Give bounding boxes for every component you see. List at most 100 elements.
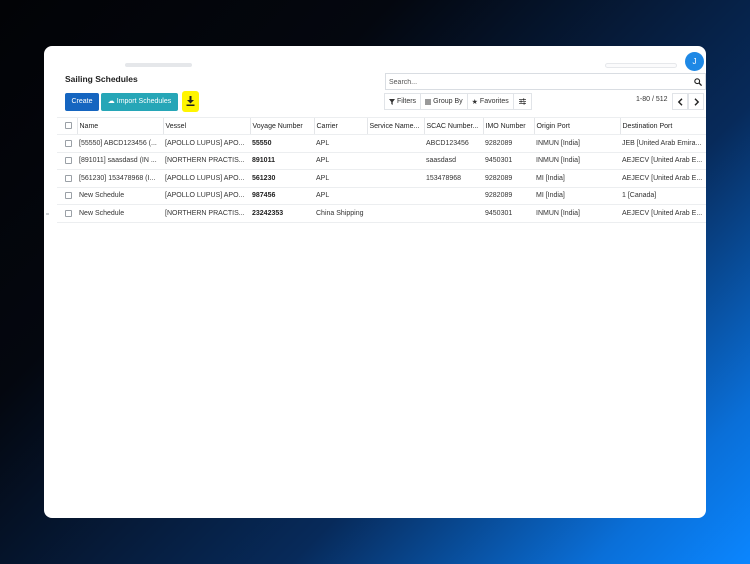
search-icon[interactable] xyxy=(694,78,702,86)
table-row[interactable]: New Schedule [NORTHERN PRACTIS... 232423… xyxy=(57,204,706,223)
search-box xyxy=(385,73,706,90)
cell-vessel: [APOLLO LUPUS] APO... xyxy=(163,187,250,205)
row-select-cell xyxy=(57,187,77,205)
sliders-icon xyxy=(518,98,526,105)
cell-service-name xyxy=(367,134,424,153)
next-page-button[interactable] xyxy=(688,93,704,110)
column-header-imo-number[interactable]: IMO Number xyxy=(482,117,534,135)
cell-service-name xyxy=(367,152,424,170)
chevron-left-icon xyxy=(677,98,683,106)
pager-range[interactable]: 1-80 / 512 xyxy=(636,96,668,103)
table-header-row: Name Vessel Voyage Number Carrier Servic… xyxy=(57,117,706,135)
filters-label: Filters xyxy=(397,98,417,105)
cell-carrier: China Shipping xyxy=(314,204,367,223)
cell-voyage-number: 987456 xyxy=(250,187,314,205)
cell-carrier: APL xyxy=(314,134,367,153)
cell-scac-number: ABCD123456 xyxy=(424,134,483,153)
search-input[interactable] xyxy=(389,76,689,88)
cell-scac-number xyxy=(424,204,483,223)
chevron-right-icon xyxy=(694,98,700,106)
cell-name: New Schedule xyxy=(77,204,163,223)
create-button[interactable]: Create xyxy=(65,93,99,111)
cell-scac-number xyxy=(424,187,483,205)
cell-imo-number: 9450301 xyxy=(483,152,534,170)
table-row[interactable]: [561230] 153478968 (I... [APOLLO LUPUS] … xyxy=(57,169,706,188)
page-title: Sailing Schedules xyxy=(65,74,138,84)
cell-carrier: APL xyxy=(314,152,367,170)
cell-voyage-number: 55550 xyxy=(250,134,314,153)
cell-vessel: [APOLLO LUPUS] APO... xyxy=(163,134,250,153)
topbar-placeholder xyxy=(125,63,192,67)
row-select-cell xyxy=(57,134,77,153)
cell-name: [561230] 153478968 (I... xyxy=(77,169,163,188)
cell-scac-number: saasdasd xyxy=(424,152,483,170)
row-checkbox[interactable] xyxy=(65,192,72,200)
user-menu-pill[interactable] xyxy=(605,63,677,68)
select-all-checkbox[interactable] xyxy=(65,122,72,130)
cell-origin-port: MI [India] xyxy=(534,169,620,188)
column-header-carrier[interactable]: Carrier xyxy=(313,117,367,135)
row-select-cell xyxy=(57,169,77,188)
drag-handle xyxy=(46,213,49,215)
table-row[interactable]: [55550] ABCD123456 (... [APOLLO LUPUS] A… xyxy=(57,134,706,153)
group-by-label: Group By xyxy=(433,98,463,105)
column-header-scac-number[interactable]: SCAC Number... xyxy=(423,117,483,135)
column-header-vessel[interactable]: Vessel xyxy=(162,117,250,135)
list-icon xyxy=(425,99,432,104)
favorites-button[interactable]: ★ Favorites xyxy=(466,93,514,110)
cell-origin-port: MI [India] xyxy=(534,187,620,205)
cell-vessel: [NORTHERN PRACTIS... xyxy=(163,204,250,223)
cell-origin-port: INMUN [India] xyxy=(534,152,620,170)
cell-origin-port: INMUN [India] xyxy=(534,204,620,223)
cell-vessel: [NORTHERN PRACTIS... xyxy=(163,152,250,170)
import-schedules-label: Import Schedules xyxy=(116,98,172,105)
cell-carrier: APL xyxy=(314,169,367,188)
cell-imo-number: 9282089 xyxy=(483,134,534,153)
cell-origin-port: INMUN [India] xyxy=(534,134,620,153)
cell-voyage-number: 891011 xyxy=(250,152,314,170)
avatar[interactable]: J xyxy=(685,52,704,71)
cell-name: [55550] ABCD123456 (... xyxy=(77,134,163,153)
cell-name: New Schedule xyxy=(77,187,163,205)
cell-service-name xyxy=(367,169,424,188)
filters-button[interactable]: Filters xyxy=(384,93,422,110)
cell-voyage-number: 561230 xyxy=(250,169,314,188)
cell-destination-port: JEB [United Arab Emira... xyxy=(620,134,706,153)
cell-vessel: [APOLLO LUPUS] APO... xyxy=(163,169,250,188)
schedules-table: Name Vessel Voyage Number Carrier Servic… xyxy=(57,117,706,223)
column-header-service-name[interactable]: Service Name... xyxy=(366,117,424,135)
cell-destination-port: 1 [Canada] xyxy=(620,187,706,205)
column-header-destination-port[interactable]: Destination Port xyxy=(619,117,706,135)
cell-imo-number: 9282089 xyxy=(483,169,534,188)
table-row[interactable]: New Schedule [APOLLO LUPUS] APO... 98745… xyxy=(57,187,706,205)
cell-scac-number: 153478968 xyxy=(424,169,483,188)
cell-imo-number: 9450301 xyxy=(483,204,534,223)
cell-destination-port: AEJECV [United Arab E... xyxy=(620,169,706,188)
row-checkbox[interactable] xyxy=(65,209,72,217)
row-checkbox[interactable] xyxy=(65,139,72,147)
cell-destination-port: AEJECV [United Arab E... xyxy=(620,204,706,223)
select-all-cell xyxy=(57,117,77,135)
column-header-voyage-number[interactable]: Voyage Number xyxy=(249,117,314,135)
import-schedules-button[interactable]: ☁ Import Schedules xyxy=(101,93,178,111)
adjust-columns-button[interactable] xyxy=(512,93,532,110)
group-by-button[interactable]: Group By xyxy=(420,93,468,110)
download-icon xyxy=(186,96,195,106)
favorites-label: Favorites xyxy=(479,98,509,105)
row-checkbox[interactable] xyxy=(65,174,72,182)
column-header-name[interactable]: Name xyxy=(76,117,163,135)
row-select-cell xyxy=(57,204,77,223)
cloud-upload-icon: ☁ xyxy=(107,98,115,105)
cell-carrier: APL xyxy=(314,187,367,205)
cell-name: [891011] saasdasd (IN ... xyxy=(77,152,163,170)
app-window: J Sailing Schedules Create ☁ Import Sched… xyxy=(44,46,706,518)
previous-page-button[interactable] xyxy=(672,93,688,110)
cell-destination-port: AEJECV [United Arab E... xyxy=(620,152,706,170)
download-button[interactable] xyxy=(182,91,199,112)
row-checkbox[interactable] xyxy=(65,157,72,165)
row-select-cell xyxy=(57,152,77,170)
table-row[interactable]: [891011] saasdasd (IN ... [NORTHERN PRAC… xyxy=(57,152,706,170)
column-header-origin-port[interactable]: Origin Port xyxy=(533,117,620,135)
cell-voyage-number: 23242353 xyxy=(250,204,314,223)
funnel-icon xyxy=(389,98,395,105)
